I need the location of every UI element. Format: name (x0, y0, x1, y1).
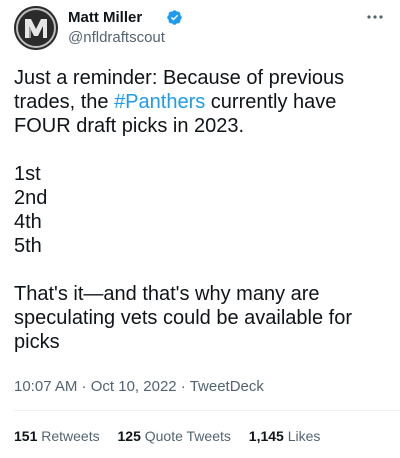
pick-item: 4th (14, 211, 42, 233)
pick-item: 2nd (14, 187, 48, 209)
pick-item: 1st (14, 163, 41, 185)
retweets-count: 151 (14, 428, 38, 444)
quote-tweets-stat[interactable]: 125 Quote Tweets (118, 427, 231, 445)
engagement-stats: 151 Retweets 125 Quote Tweets 1,145 Like… (14, 427, 334, 445)
pick-item: 5th (14, 235, 42, 257)
tweet-meta: 10:07 AM · Oct 10, 2022 · TweetDeck (14, 377, 264, 397)
retweets-label: Retweets (41, 428, 100, 444)
more-options-icon[interactable] (364, 10, 386, 24)
quote-tweets-label: Quote Tweets (144, 428, 231, 444)
likes-count: 1,145 (248, 428, 284, 444)
meta-separator: · (77, 378, 91, 395)
avatar[interactable] (14, 6, 58, 50)
author-handle[interactable]: @nfldraftscout (68, 29, 165, 47)
tweet-date[interactable]: Oct 10, 2022 (91, 378, 177, 395)
tweet-text: Just a reminder: Because of previous tra… (14, 66, 390, 354)
tweet-closing: That's it—and that's why many are specul… (14, 283, 352, 353)
verified-badge-icon (167, 10, 182, 25)
tweet-intro: Just a reminder: Because of previous tra… (14, 66, 390, 138)
tweet-source[interactable]: TweetDeck (190, 378, 264, 395)
divider (14, 410, 400, 411)
likes-stat[interactable]: 1,145 Likes (249, 427, 321, 445)
mm-logo-icon (14, 6, 58, 50)
author-name[interactable]: Matt Miller (68, 9, 142, 27)
likes-label: Likes (287, 428, 321, 444)
tweet-card: Matt Miller @nfldraftscout Just a remind… (0, 0, 400, 458)
tweet-time[interactable]: 10:07 AM (14, 378, 77, 395)
retweets-stat[interactable]: 151 Retweets (14, 427, 100, 445)
quote-tweets-count: 125 (117, 428, 141, 444)
meta-separator: · (176, 378, 190, 395)
hashtag-link[interactable]: #Panthers (114, 91, 205, 113)
